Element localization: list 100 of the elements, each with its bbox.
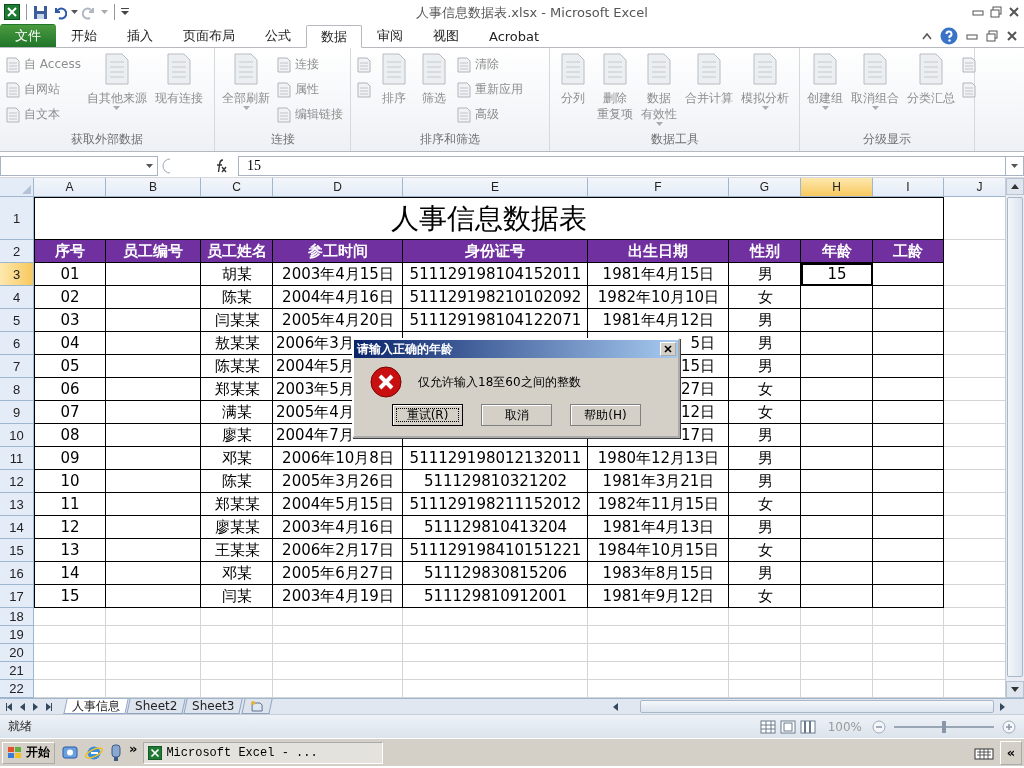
column-header[interactable]: J — [944, 178, 1005, 197]
table-cell-text: 廖某 — [221, 424, 253, 446]
ribbon-tab[interactable]: 审阅 — [362, 24, 418, 47]
row-header[interactable]: 12 — [0, 470, 34, 493]
help-icon[interactable] — [940, 26, 958, 45]
table-cell-text: 2003年4月16日 — [281, 516, 395, 538]
document-icon — [5, 81, 21, 98]
restore-icon[interactable] — [990, 6, 1002, 18]
column-header[interactable]: E — [403, 178, 588, 197]
page-layout-icon[interactable] — [779, 719, 796, 734]
row-header[interactable]: 13 — [0, 493, 34, 516]
table-cell-text: 男 — [756, 470, 774, 492]
tray-toggle-button[interactable]: « — [1000, 740, 1022, 765]
column-header[interactable]: D — [273, 178, 403, 197]
normal-view-icon[interactable] — [759, 719, 776, 734]
row-header[interactable]: 18 — [0, 608, 34, 626]
row-header[interactable]: 1 — [0, 197, 34, 240]
row-header[interactable]: 6 — [0, 332, 34, 355]
row-header[interactable]: 14 — [0, 516, 34, 539]
column-heading: 年龄 — [801, 240, 873, 263]
expand-icon — [1011, 163, 1018, 168]
taskbar-button[interactable]: Microsoft Excel - ... — [143, 741, 384, 764]
scroll-up-button[interactable] — [1006, 178, 1024, 195]
scroll-arrow-icon[interactable] — [999, 702, 1006, 711]
column-header[interactable]: I — [873, 178, 944, 197]
ribbon-tab[interactable]: 数据 — [306, 25, 362, 48]
table-cell-text: 1980年12月13日 — [596, 447, 721, 469]
ribbon-tab[interactable]: Acrobat — [474, 24, 555, 47]
row-header[interactable]: 2 — [0, 240, 34, 263]
sheet-tab[interactable]: 人事信息 — [63, 699, 129, 714]
first-last-icon[interactable] — [45, 702, 52, 711]
scroll-arrow-icon[interactable] — [612, 702, 619, 711]
row-header[interactable]: 20 — [0, 644, 34, 662]
media-icon[interactable] — [109, 743, 123, 762]
caret-icon — [821, 106, 829, 110]
row-header[interactable]: 21 — [0, 662, 34, 680]
column-header[interactable]: G — [729, 178, 801, 197]
group-label: 排序和筛选 — [419, 131, 481, 148]
table-cell-text: 1984年10月15日 — [596, 539, 721, 561]
scrollbar-thumb[interactable] — [640, 700, 994, 713]
corner-triangle-icon — [22, 185, 31, 194]
ribbon-tab[interactable]: 开始 — [56, 24, 112, 47]
row-header[interactable]: 8 — [0, 378, 34, 401]
file-tab[interactable]: 文件 — [0, 24, 56, 47]
row-header[interactable]: 19 — [0, 626, 34, 644]
ribbon-tab[interactable]: 插入 — [112, 24, 168, 47]
sheet-tab[interactable]: Sheet2 — [126, 699, 186, 714]
ribbon-tab[interactable]: 视图 — [418, 24, 474, 47]
formula-field[interactable]: 15 — [238, 155, 1006, 176]
desktop-icon[interactable] — [61, 743, 79, 762]
scrollbar-thumb[interactable] — [1007, 197, 1023, 677]
close-icon[interactable] — [1006, 29, 1018, 42]
row-header[interactable]: 10 — [0, 424, 34, 447]
customize-icon[interactable] — [121, 8, 129, 16]
dialog-button[interactable]: 重试(R) — [392, 404, 463, 426]
save-icon[interactable] — [33, 4, 48, 20]
dialog-button[interactable]: 取消 — [481, 404, 552, 426]
column-header[interactable]: F — [588, 178, 729, 197]
row-header[interactable]: 7 — [0, 355, 34, 378]
close-icon — [664, 345, 672, 353]
table-cell-text: 511129198104122071 — [408, 310, 583, 331]
first-last-icon[interactable] — [6, 702, 13, 711]
column-header[interactable]: B — [106, 178, 201, 197]
document-icon — [456, 81, 472, 98]
start-button[interactable]: 开始 — [2, 741, 55, 764]
close-button[interactable] — [660, 342, 676, 356]
collapse-icon[interactable] — [922, 31, 932, 40]
ribbon-tab[interactable]: 页面布局 — [168, 24, 250, 47]
more-button[interactable]: » — [129, 741, 138, 756]
document-icon — [356, 56, 372, 73]
row-header[interactable]: 15 — [0, 539, 34, 562]
row-header[interactable]: 5 — [0, 309, 34, 332]
minimize-icon[interactable] — [972, 7, 984, 17]
resize-handle-icon[interactable] — [162, 157, 172, 174]
caret-icon — [101, 10, 108, 14]
row-header[interactable]: 17 — [0, 585, 34, 608]
table-cell-text: 02 — [59, 287, 81, 308]
column-heading: 工龄 — [873, 240, 944, 263]
row-header[interactable]: 11 — [0, 447, 34, 470]
table-cell-text: 陈某某 — [213, 355, 261, 377]
ribbon-tab[interactable]: 公式 — [250, 24, 306, 47]
column-header[interactable]: A — [34, 178, 106, 197]
restore-icon[interactable] — [986, 29, 998, 42]
table-cell-text: 陈某 — [221, 470, 253, 492]
close-icon[interactable] — [1008, 6, 1020, 18]
sheet-tab[interactable]: Sheet3 — [183, 699, 244, 714]
dialog-button[interactable]: 帮助(H) — [570, 404, 641, 426]
page-break-icon[interactable] — [799, 719, 816, 734]
row-header[interactable]: 4 — [0, 286, 34, 309]
row-header[interactable]: 3 — [0, 263, 34, 286]
column-header[interactable]: C — [201, 178, 273, 197]
slider-thumb[interactable] — [942, 720, 946, 733]
keyboard-icon[interactable] — [974, 745, 994, 760]
row-header[interactable]: 16 — [0, 562, 34, 585]
scroll-down-button[interactable] — [1006, 681, 1024, 698]
function-icon[interactable] — [214, 158, 228, 173]
row-header[interactable]: 9 — [0, 401, 34, 424]
table-cell-text: 闫某某 — [213, 309, 261, 331]
column-header[interactable]: H — [801, 178, 873, 197]
row-header[interactable]: 22 — [0, 680, 34, 698]
